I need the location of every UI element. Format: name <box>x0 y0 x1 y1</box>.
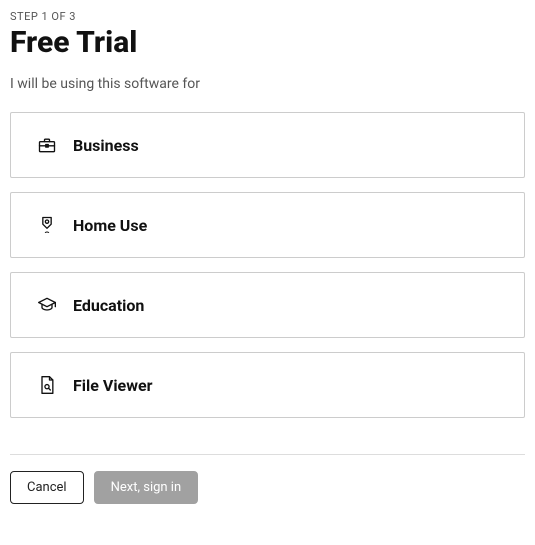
option-education[interactable]: Education <box>10 272 525 338</box>
option-list: Business Home Use Education File Viewer <box>10 112 525 418</box>
option-label: Business <box>73 136 139 155</box>
cancel-button[interactable]: Cancel <box>10 471 84 504</box>
option-label: File Viewer <box>73 376 152 395</box>
option-label: Home Use <box>73 216 147 235</box>
briefcase-icon <box>37 135 57 155</box>
option-file-viewer[interactable]: File Viewer <box>10 352 525 418</box>
file-viewer-icon <box>37 375 57 395</box>
next-button[interactable]: Next, sign in <box>94 471 199 504</box>
step-indicator: STEP 1 OF 3 <box>10 10 525 23</box>
footer-buttons: Cancel Next, sign in <box>10 471 525 504</box>
prompt-text: I will be using this software for <box>10 76 525 92</box>
option-business[interactable]: Business <box>10 112 525 178</box>
page-title: Free Trial <box>10 25 525 60</box>
option-home-use[interactable]: Home Use <box>10 192 525 258</box>
home-badge-icon <box>37 215 57 235</box>
graduation-cap-icon <box>37 295 57 315</box>
option-label: Education <box>73 296 144 315</box>
divider <box>10 454 525 455</box>
